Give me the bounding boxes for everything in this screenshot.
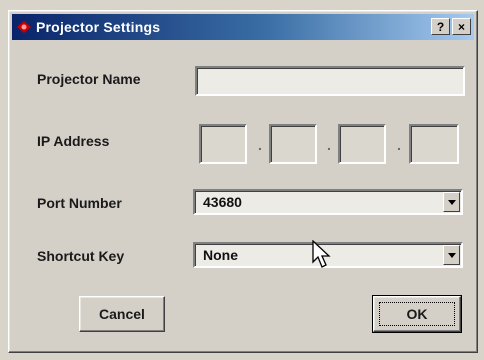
help-button[interactable]: ?	[431, 18, 450, 35]
port-number-select[interactable]: 43680	[193, 189, 463, 215]
chevron-down-icon	[447, 199, 456, 205]
ip-octet-2-input[interactable]	[269, 124, 317, 164]
cancel-button[interactable]: Cancel	[79, 296, 165, 332]
ip-octet-4-input[interactable]	[409, 124, 459, 164]
projector-icon	[17, 21, 31, 33]
focus-rect	[379, 302, 455, 326]
ip-address-label: IP Address	[37, 133, 110, 149]
shortcut-key-value: None	[203, 247, 238, 263]
chevron-down-icon	[447, 252, 456, 258]
close-button[interactable]: ×	[452, 18, 471, 35]
projector-settings-dialog: Projector Settings ? × Projector Name IP…	[8, 10, 478, 353]
projector-name-input[interactable]	[195, 66, 465, 96]
close-icon: ×	[457, 19, 465, 34]
port-number-label: Port Number	[37, 195, 122, 211]
help-icon: ?	[436, 19, 445, 34]
ip-separator: .	[258, 137, 262, 153]
projector-name-label: Projector Name	[37, 71, 141, 87]
title-bar[interactable]: Projector Settings ? ×	[12, 14, 474, 40]
window-title: Projector Settings	[36, 19, 161, 35]
ip-separator: .	[327, 137, 331, 153]
port-number-value: 43680	[203, 194, 242, 210]
ip-octet-1-input[interactable]	[199, 124, 247, 164]
shortcut-key-label: Shortcut Key	[37, 248, 125, 264]
mouse-pointer-icon	[312, 240, 331, 268]
port-number-dropdown-button[interactable]	[443, 192, 460, 212]
ip-octet-3-input[interactable]	[338, 124, 386, 164]
ip-separator: .	[397, 137, 401, 153]
shortcut-key-dropdown-button[interactable]	[443, 245, 460, 265]
ok-button[interactable]: OK	[372, 295, 462, 333]
